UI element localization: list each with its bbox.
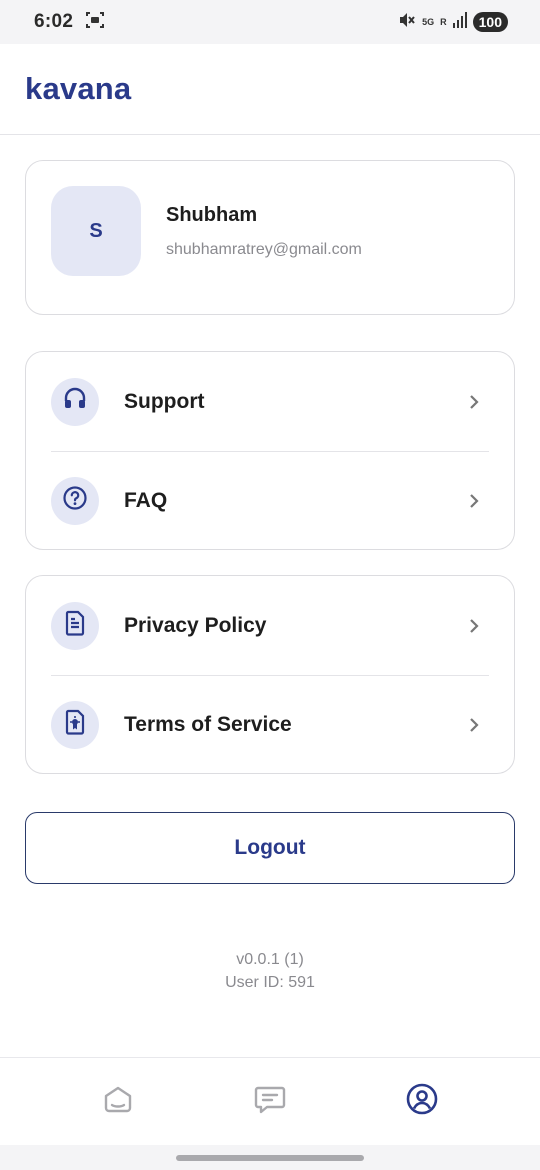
- bottom-nav: [0, 1057, 540, 1145]
- certificate-icon: [63, 709, 87, 740]
- app-header: kavana: [0, 44, 540, 135]
- menu-label: FAQ: [124, 488, 168, 512]
- profile-icon: [405, 1082, 439, 1121]
- home-icon: [102, 1083, 134, 1120]
- menu-item-privacy-policy[interactable]: Privacy Policy: [26, 576, 514, 675]
- profile-email: shubhamratrey@gmail.com: [166, 241, 362, 258]
- user-id: User ID: 591: [225, 974, 315, 991]
- menu-item-faq[interactable]: FAQ: [26, 451, 514, 550]
- chevron-right-icon: [468, 492, 480, 510]
- menu-group-legal: Privacy Policy Terms of Service: [25, 575, 515, 774]
- chat-icon: [253, 1083, 287, 1120]
- nav-chat[interactable]: [222, 1072, 318, 1132]
- chevron-right-icon: [468, 617, 480, 635]
- menu-item-support[interactable]: Support: [26, 352, 514, 451]
- chevron-right-icon: [468, 393, 480, 411]
- logout-button[interactable]: Logout: [25, 812, 515, 884]
- chevron-right-icon: [468, 716, 480, 734]
- menu-label: Privacy Policy: [124, 613, 267, 637]
- question-circle-icon: [62, 485, 88, 516]
- signal-icon: [452, 11, 467, 33]
- menu-label: Terms of Service: [124, 712, 292, 736]
- brand-logo: kavana: [25, 71, 132, 106]
- nav-profile[interactable]: [374, 1072, 470, 1132]
- icon-badge: [51, 700, 99, 749]
- gesture-handle[interactable]: [176, 1155, 364, 1161]
- avatar: S: [51, 186, 141, 276]
- signal-label: R: [440, 16, 447, 27]
- icon-badge: [51, 476, 99, 525]
- mute-icon: [398, 11, 416, 34]
- status-right: 5G R 100: [398, 11, 508, 34]
- version-info: v0.0.1 (1) User ID: 591: [0, 948, 540, 994]
- menu-group-help: Support FAQ: [25, 351, 515, 550]
- avatar-initial: S: [89, 219, 103, 242]
- network-label: 5G: [422, 16, 435, 27]
- status-left: 6:02: [34, 10, 105, 35]
- icon-badge: [51, 601, 99, 650]
- menu-label: Support: [124, 389, 205, 413]
- nav-home[interactable]: [70, 1072, 166, 1132]
- menu-item-terms-of-service[interactable]: Terms of Service: [26, 675, 514, 774]
- headset-icon: [62, 386, 88, 417]
- document-icon: [63, 610, 87, 641]
- profile-card: S Shubham shubhamratrey@gmail.com: [25, 160, 515, 315]
- screenshot-icon: [85, 10, 105, 35]
- status-bar: 6:02 5G R 100: [0, 0, 540, 44]
- icon-badge: [51, 377, 99, 426]
- app-version: v0.0.1 (1): [236, 951, 304, 968]
- battery-indicator: 100: [472, 12, 508, 32]
- profile-name: Shubham: [166, 204, 258, 226]
- status-time: 6:02: [34, 11, 74, 32]
